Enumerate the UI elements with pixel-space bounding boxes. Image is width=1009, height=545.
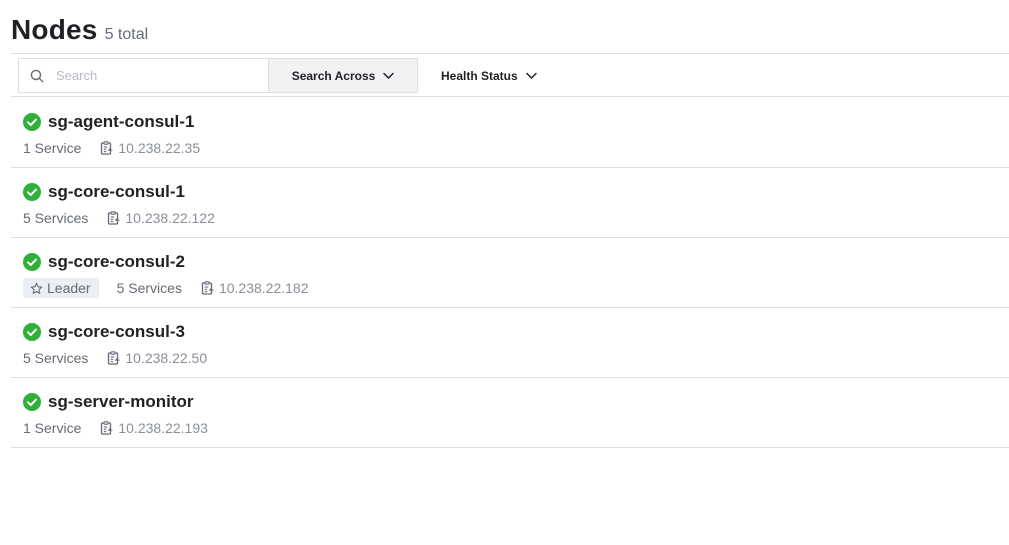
node-title: sg-server-monitor <box>23 392 193 412</box>
node-row-sg-core-consul-3[interactable]: sg-core-consul-3 5 Services 10.238.22.50 <box>11 308 1009 378</box>
node-meta: 1 Service 10.238.22.35 <box>23 138 200 158</box>
node-address: 10.238.22.35 <box>100 140 200 156</box>
service-count: 1 Service <box>23 420 82 436</box>
check-circle-icon <box>23 393 41 411</box>
chevron-down-icon <box>525 72 537 79</box>
node-address: 10.238.22.122 <box>107 210 215 226</box>
node-title: sg-agent-consul-1 <box>23 112 194 132</box>
node-meta: Leader 5 Services 10.238.22.182 <box>23 278 308 298</box>
nodes-page: Nodes 5 total Search Across Health Statu… <box>0 0 1009 545</box>
node-meta: 5 Services 10.238.22.50 <box>23 348 207 368</box>
service-count: 5 Services <box>116 280 182 296</box>
page-title: Nodes <box>11 14 98 45</box>
clipboard-copy-icon[interactable] <box>107 211 120 225</box>
service-count: 5 Services <box>23 350 89 366</box>
check-circle-icon <box>23 253 41 271</box>
check-circle-icon <box>23 183 41 201</box>
node-address: 10.238.22.193 <box>100 420 208 436</box>
node-meta: 5 Services 10.238.22.122 <box>23 208 215 228</box>
service-count: 5 Services <box>23 210 89 226</box>
check-circle-icon <box>23 113 41 131</box>
search-across-dropdown[interactable]: Search Across <box>268 58 418 93</box>
clipboard-copy-icon[interactable] <box>107 351 120 365</box>
leader-label: Leader <box>47 280 91 296</box>
page-header: Nodes 5 total <box>11 14 148 46</box>
address-text: 10.238.22.182 <box>218 280 309 296</box>
node-address: 10.238.22.182 <box>201 280 309 296</box>
address-text: 10.238.22.122 <box>125 210 215 226</box>
search-icon <box>30 69 44 82</box>
service-count: 1 Service <box>23 140 82 156</box>
address-text: 10.238.22.35 <box>118 140 201 156</box>
chevron-down-icon <box>383 72 395 79</box>
node-title: sg-core-consul-1 <box>23 182 185 202</box>
node-name[interactable]: sg-core-consul-2 <box>48 252 185 272</box>
health-status-label: Health Status <box>441 68 518 83</box>
clipboard-copy-icon[interactable] <box>100 141 113 155</box>
address-text: 10.238.22.50 <box>125 350 208 366</box>
node-name[interactable]: sg-core-consul-3 <box>48 322 185 342</box>
search-across-label: Search Across <box>291 68 376 83</box>
leader-badge: Leader <box>23 278 99 298</box>
check-circle-icon <box>23 323 41 341</box>
node-name[interactable]: sg-core-consul-1 <box>48 182 185 202</box>
node-name[interactable]: sg-agent-consul-1 <box>48 112 194 132</box>
address-text: 10.238.22.193 <box>118 420 208 436</box>
clipboard-copy-icon[interactable] <box>100 421 113 435</box>
node-title: sg-core-consul-3 <box>23 322 185 342</box>
node-name[interactable]: sg-server-monitor <box>48 392 193 412</box>
total-count: 5 total <box>104 26 149 43</box>
search-box[interactable] <box>18 58 268 93</box>
filter-toolbar: Search Across Health Status <box>11 53 1009 97</box>
health-status-dropdown[interactable]: Health Status <box>441 58 537 93</box>
star-icon <box>30 282 43 294</box>
node-row-sg-core-consul-2[interactable]: sg-core-consul-2 Leader 5 Services 10.23… <box>11 238 1009 308</box>
node-row-sg-server-monitor[interactable]: sg-server-monitor 1 Service 10.238.22.19… <box>11 378 1009 448</box>
node-title: sg-core-consul-2 <box>23 252 185 272</box>
node-row-sg-agent-consul-1[interactable]: sg-agent-consul-1 1 Service 10.238.22.35 <box>11 98 1009 168</box>
node-list: sg-agent-consul-1 1 Service 10.238.22.35 <box>11 98 1009 448</box>
clipboard-copy-icon[interactable] <box>201 281 214 295</box>
node-meta: 1 Service 10.238.22.193 <box>23 418 208 438</box>
node-row-sg-core-consul-1[interactable]: sg-core-consul-1 5 Services 10.238.22.12… <box>11 168 1009 238</box>
node-address: 10.238.22.50 <box>107 350 207 366</box>
search-input[interactable] <box>54 67 248 84</box>
